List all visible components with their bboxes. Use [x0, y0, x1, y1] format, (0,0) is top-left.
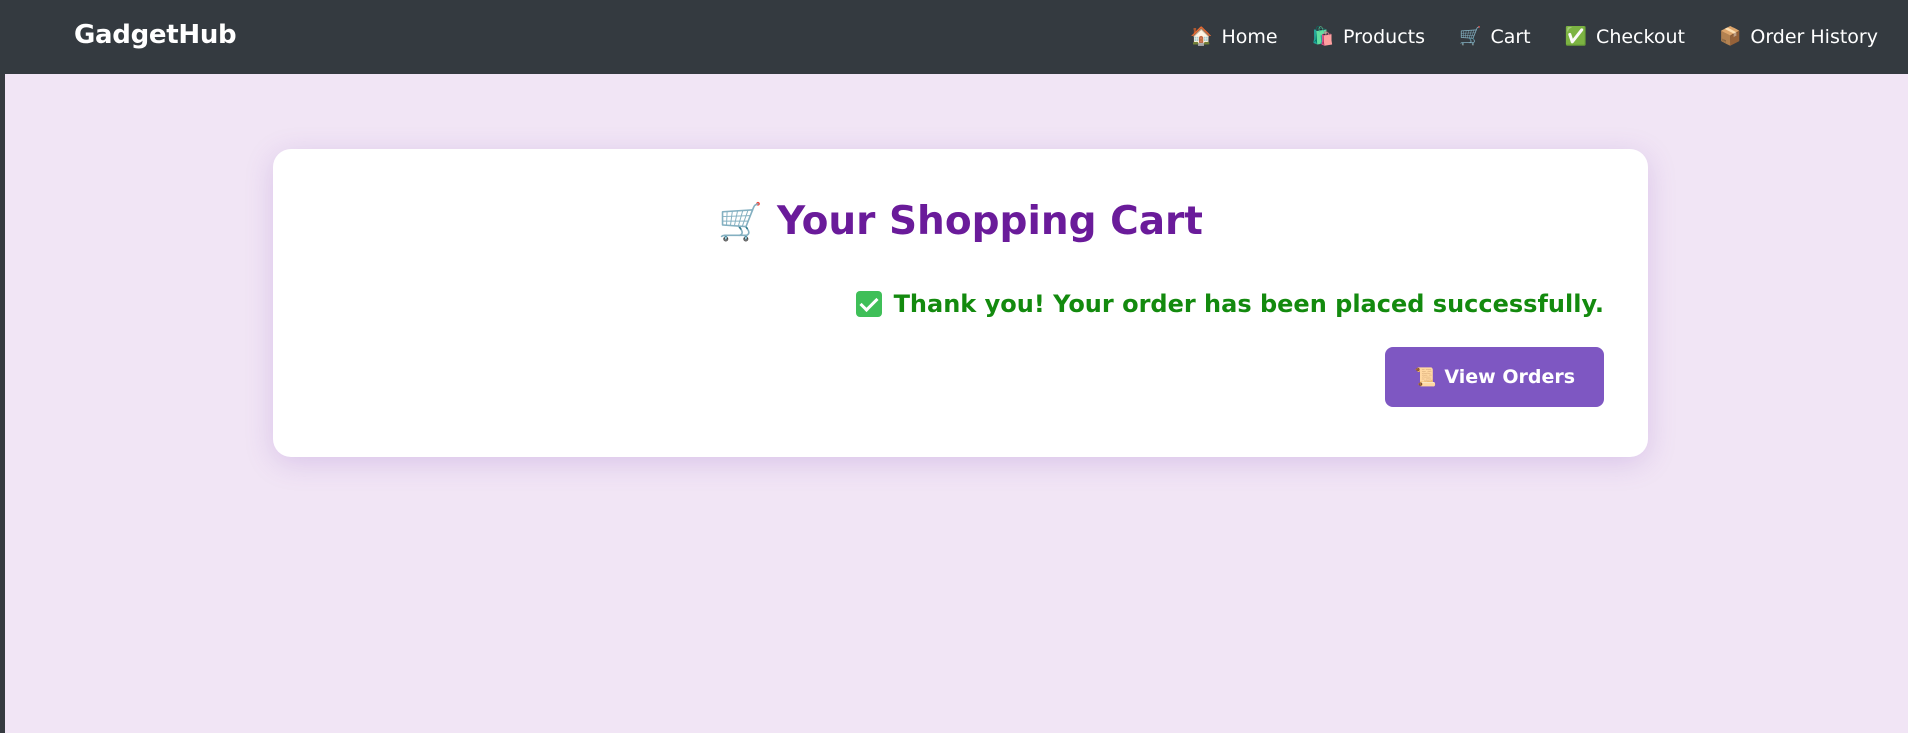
- nav-link-label: Checkout: [1596, 26, 1685, 48]
- nav-link-label: Order History: [1750, 26, 1878, 48]
- page-content: 🛒 Your Shopping Cart Thank you! Your orde…: [5, 74, 1908, 733]
- home-icon: 🏠: [1190, 26, 1213, 47]
- nav-link-cart[interactable]: 🛒 Cart: [1459, 26, 1531, 48]
- nav-links: 🏠 Home 🛍️ Products 🛒 Cart ✅ Checkout 📦 O…: [1156, 0, 1878, 74]
- navbar: GadgetHub 🏠 Home 🛍️ Products 🛒 Cart ✅ Ch…: [0, 0, 1908, 74]
- check-icon: ✅: [1564, 26, 1588, 47]
- success-message-text: Thank you! Your order has been placed su…: [893, 290, 1604, 318]
- order-success-message: Thank you! Your order has been placed su…: [855, 290, 1604, 318]
- check-icon: [855, 291, 882, 317]
- page-title-text: Your Shopping Cart: [776, 199, 1203, 244]
- nav-link-checkout[interactable]: ✅ Checkout: [1565, 26, 1685, 48]
- brand-logo[interactable]: GadgetHub: [74, 20, 237, 50]
- cart-card: 🛒 Your Shopping Cart Thank you! Your orde…: [273, 149, 1648, 457]
- nav-link-label: Cart: [1490, 26, 1531, 48]
- cart-icon: 🛒: [1459, 26, 1482, 47]
- view-orders-label: View Orders: [1444, 366, 1576, 388]
- nav-link-order-history[interactable]: 📦 Order History: [1719, 26, 1878, 48]
- shopping-bags-icon: 🛍️: [1311, 26, 1334, 47]
- nav-link-products[interactable]: 🛍️ Products: [1312, 26, 1425, 48]
- nav-link-label: Products: [1342, 26, 1426, 48]
- package-icon: 📦: [1718, 26, 1742, 47]
- nav-link-home[interactable]: 🏠 Home: [1190, 26, 1278, 48]
- scroll-icon: 📜: [1413, 366, 1437, 388]
- page-title: 🛒 Your Shopping Cart: [273, 199, 1648, 244]
- cart-icon: 🛒: [718, 202, 763, 243]
- view-orders-button[interactable]: 📜 View Orders: [1385, 347, 1604, 407]
- nav-link-label: Home: [1221, 26, 1278, 48]
